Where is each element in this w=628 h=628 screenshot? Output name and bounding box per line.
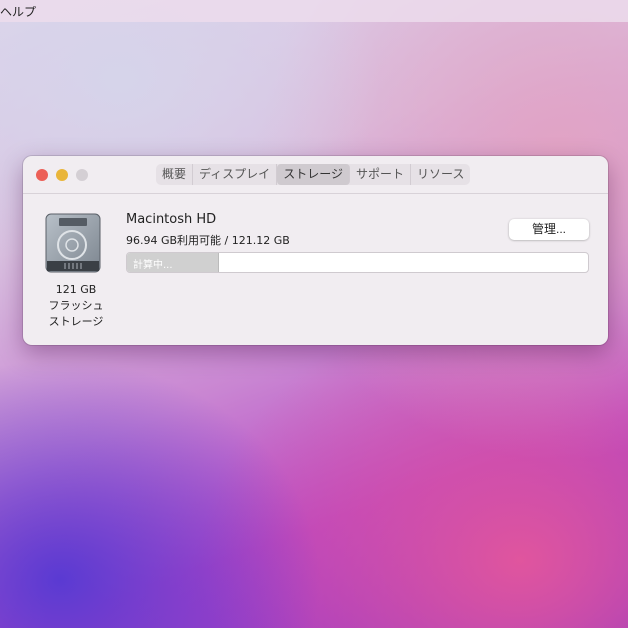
tab-storage[interactable]: ストレージ: [277, 164, 350, 185]
tab-overview[interactable]: 概要: [156, 164, 194, 185]
manage-button[interactable]: 管理...: [509, 219, 589, 240]
zoom-button[interactable]: [76, 169, 88, 181]
disk-type-1: フラッシュ: [48, 299, 104, 312]
about-this-mac-window: 概要 ディスプレイ ストレージ サポート リソース 121 GB フラッシュ ス…: [23, 156, 608, 345]
title-bar: 概要 ディスプレイ ストレージ サポート リソース: [23, 156, 608, 194]
close-button[interactable]: [36, 169, 48, 181]
disk-availability: 96.94 GB利用可能 / 121.12 GB: [126, 234, 290, 247]
hard-drive-icon: [45, 213, 101, 273]
menu-help[interactable]: ヘルプ: [0, 5, 36, 19]
menu-bar: ヘルプ: [0, 0, 628, 22]
capacity: 121 GB: [55, 283, 97, 296]
tab-resources[interactable]: リソース: [411, 164, 470, 185]
disk-type-2: ストレージ: [48, 315, 104, 328]
storage-usage-fill: 計算中...: [127, 253, 220, 272]
minimize-button[interactable]: [56, 169, 68, 181]
disk-name: Macintosh HD: [126, 212, 217, 227]
tab-support[interactable]: サポート: [350, 164, 411, 185]
tab-displays[interactable]: ディスプレイ: [193, 164, 278, 185]
tab-bar: 概要 ディスプレイ ストレージ サポート リソース: [156, 164, 471, 185]
storage-usage-bar: 計算中...: [126, 252, 589, 273]
disk-capacity-label: 121 GB フラッシュ ストレージ: [33, 282, 119, 330]
